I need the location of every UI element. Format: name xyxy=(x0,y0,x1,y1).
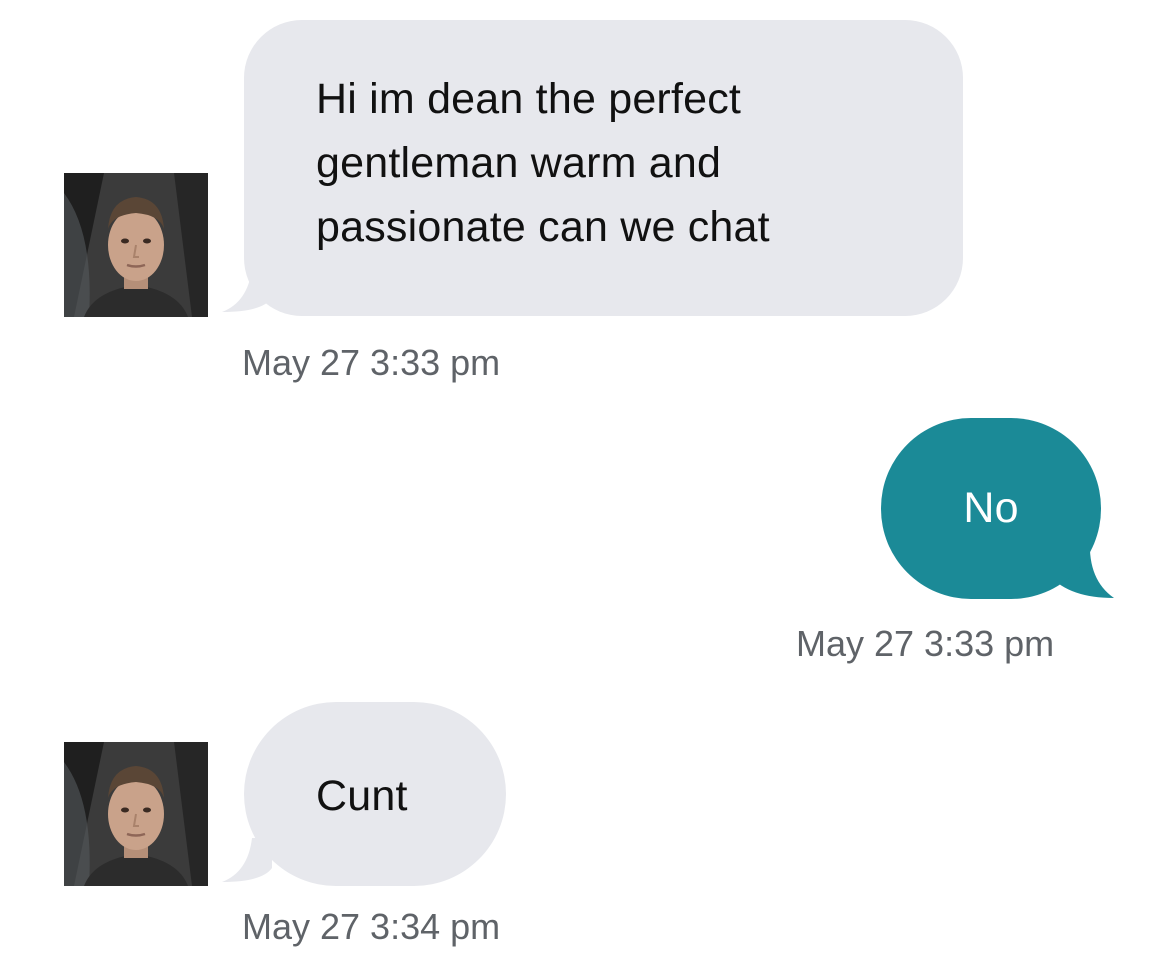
contact-photo xyxy=(64,173,208,317)
contact-avatar[interactable] xyxy=(64,742,208,886)
message-timestamp: May 27 3:33 pm xyxy=(242,342,501,383)
message-bubble[interactable]: Hi im dean the perfect gentleman warm an… xyxy=(244,20,963,316)
message-timestamp: May 27 3:33 pm xyxy=(796,623,1055,664)
message-text-line: No xyxy=(963,484,1019,532)
message-text-line: gentleman warm and xyxy=(316,139,722,187)
contact-photo xyxy=(64,742,208,886)
contact-avatar[interactable] xyxy=(64,173,208,317)
message-text-line: Cunt xyxy=(316,772,408,820)
message-bubble[interactable]: Cunt xyxy=(244,702,506,886)
message-thread: Hi im dean the perfect gentleman warm an… xyxy=(0,0,1170,955)
message-timestamp: May 27 3:34 pm xyxy=(242,906,501,947)
message-text-line: Hi im dean the perfect xyxy=(316,75,742,123)
message-bubble[interactable]: No xyxy=(881,418,1101,599)
message-text-line: passionate can we chat xyxy=(316,203,770,251)
